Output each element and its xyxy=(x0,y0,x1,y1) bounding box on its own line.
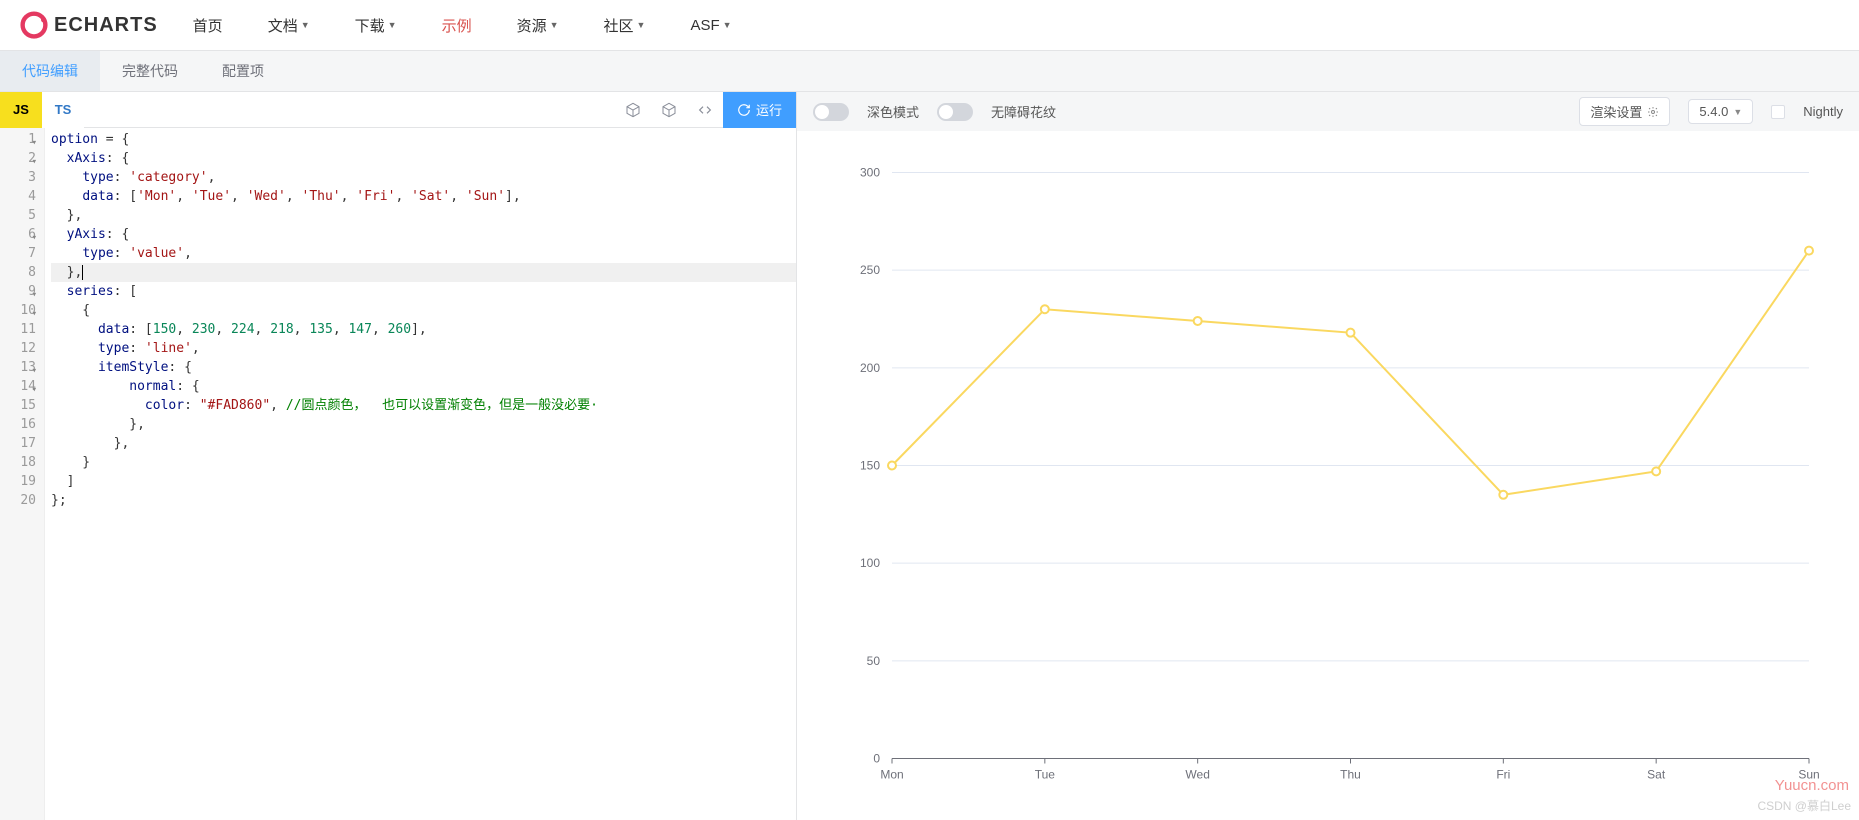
editor-pane: JS TS 运行 1▾2▾3456▾789▾10▾111213▾14▾15161… xyxy=(0,92,797,820)
top-nav: ECHARTS 首页 文档▼ 下载▼ 示例 资源▼ 社区▼ ASF▼ xyxy=(0,0,1859,50)
nav-asf[interactable]: ASF▼ xyxy=(690,17,731,34)
caret-icon: ▼ xyxy=(388,20,397,30)
caret-icon: ▼ xyxy=(550,20,559,30)
nightly-label: Nightly xyxy=(1803,104,1843,119)
svg-text:200: 200 xyxy=(860,361,880,375)
svg-text:Sat: Sat xyxy=(1647,768,1666,782)
lang-tab-ts[interactable]: TS xyxy=(42,92,84,128)
line-chart: 050100150200250300MonTueWedThuFriSatSun xyxy=(822,151,1829,800)
tab-config[interactable]: 配置项 xyxy=(200,51,286,91)
nav-resources[interactable]: 资源▼ xyxy=(517,15,559,36)
svg-text:150: 150 xyxy=(860,459,880,473)
chevron-down-icon: ▼ xyxy=(1733,107,1742,117)
watermark-csdn: CSDN @慕白Lee xyxy=(1757,797,1851,814)
nav-community[interactable]: 社区▼ xyxy=(604,15,646,36)
caret-icon: ▼ xyxy=(637,20,646,30)
tab-code-edit[interactable]: 代码编辑 xyxy=(0,51,100,91)
lang-tab-js[interactable]: JS xyxy=(0,92,42,128)
watermark-yuucn: Yuucn.com xyxy=(1775,777,1849,794)
cube-icon[interactable] xyxy=(651,92,687,128)
decal-toggle[interactable] xyxy=(937,103,973,121)
nav-items: 首页 文档▼ 下载▼ 示例 资源▼ 社区▼ ASF▼ xyxy=(193,15,732,36)
svg-text:Mon: Mon xyxy=(880,768,903,782)
render-settings-button[interactable]: 渲染设置 xyxy=(1579,97,1670,126)
code-editor[interactable]: 1▾2▾3456▾789▾10▾111213▾14▾151617181920 o… xyxy=(0,128,796,820)
svg-text:Fri: Fri xyxy=(1496,768,1510,782)
version-select[interactable]: 5.4.0 ▼ xyxy=(1688,99,1753,124)
nav-docs[interactable]: 文档▼ xyxy=(268,15,310,36)
nav-home[interactable]: 首页 xyxy=(193,15,223,36)
refresh-icon xyxy=(737,103,751,117)
svg-text:50: 50 xyxy=(867,654,881,668)
nav-download[interactable]: 下载▼ xyxy=(355,15,397,36)
run-label: 运行 xyxy=(756,100,782,119)
svg-text:Tue: Tue xyxy=(1035,768,1056,782)
svg-text:250: 250 xyxy=(860,263,880,277)
svg-text:Thu: Thu xyxy=(1340,768,1361,782)
dark-mode-label: 深色模式 xyxy=(867,102,919,121)
run-button[interactable]: 运行 xyxy=(723,92,796,128)
logo[interactable]: ECHARTS xyxy=(20,11,158,39)
sub-tabs: 代码编辑 完整代码 配置项 xyxy=(0,50,1859,92)
caret-icon: ▼ xyxy=(301,20,310,30)
chart-area: 050100150200250300MonTueWedThuFriSatSun xyxy=(797,131,1859,820)
svg-text:300: 300 xyxy=(860,166,880,180)
svg-text:Wed: Wed xyxy=(1185,768,1209,782)
gear-icon xyxy=(1647,106,1659,118)
tab-full-code[interactable]: 完整代码 xyxy=(100,51,200,91)
dark-mode-toggle[interactable] xyxy=(813,103,849,121)
gutter: 1▾2▾3456▾789▾10▾111213▾14▾151617181920 xyxy=(0,128,45,820)
settings-bar: 深色模式 无障碍花纹 渲染设置 5.4.0 ▼ Nightly xyxy=(797,92,1859,131)
logo-text: ECHARTS xyxy=(54,14,158,37)
nightly-checkbox[interactable] xyxy=(1771,105,1785,119)
editor-toolbar: JS TS 运行 xyxy=(0,92,796,128)
nav-examples[interactable]: 示例 xyxy=(442,15,472,36)
svg-text:100: 100 xyxy=(860,556,880,570)
logo-icon xyxy=(20,11,48,39)
code-content[interactable]: option = { xAxis: { type: 'category', da… xyxy=(45,128,796,820)
decal-label: 无障碍花纹 xyxy=(991,102,1056,121)
cube-outline-icon[interactable] xyxy=(615,92,651,128)
preview-pane: 深色模式 无障碍花纹 渲染设置 5.4.0 ▼ Nightly 0 50 100 15… xyxy=(797,92,1859,820)
svg-text:0: 0 xyxy=(873,752,880,766)
caret-icon: ▼ xyxy=(723,20,732,30)
code-tag-icon[interactable] xyxy=(687,92,723,128)
